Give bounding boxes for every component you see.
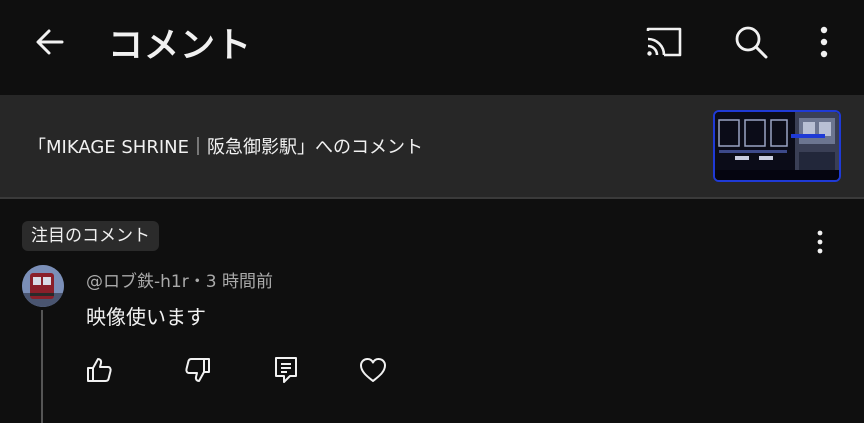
- cast-icon: [646, 27, 682, 57]
- dislike-button[interactable]: [178, 350, 218, 390]
- reply-button[interactable]: [266, 350, 306, 390]
- more-options-button[interactable]: [800, 18, 848, 66]
- meta-separator: ・: [188, 272, 206, 292]
- like-button[interactable]: [79, 350, 119, 390]
- cast-button[interactable]: [640, 18, 688, 66]
- thread-line: [41, 310, 43, 423]
- video-context-text: 「MIKAGE SHRINE｜阪急御影駅」へのコメント: [28, 137, 423, 158]
- reply-comment-icon: [275, 357, 297, 383]
- avatar-image: [22, 265, 64, 307]
- comment-time: 3 時間前: [205, 272, 273, 292]
- heart-button[interactable]: [353, 350, 393, 390]
- page-title: コメント: [108, 26, 253, 66]
- video-context-strip[interactable]: 「MIKAGE SHRINE｜阪急御影駅」へのコメント: [0, 95, 864, 197]
- comments-screen: コメント 「MIKAGE SHRINE｜阪急御影駅」へのコメント 注目のコメント…: [0, 0, 864, 423]
- comment-author[interactable]: @ロブ鉄-h1r: [86, 272, 189, 292]
- back-button[interactable]: [26, 18, 74, 66]
- thumb-up-icon: [87, 358, 112, 382]
- featured-comment-chip: 注目のコメント: [22, 221, 159, 251]
- search-button[interactable]: [727, 18, 775, 66]
- top-app-bar: コメント: [0, 0, 864, 90]
- search-icon: [735, 26, 768, 59]
- video-thumbnail-image: [715, 112, 839, 180]
- comment-meta: @ロブ鉄-h1r・3 時間前: [86, 267, 273, 292]
- arrow-left-icon: [36, 29, 64, 55]
- more-vert-icon: [817, 230, 823, 254]
- avatar[interactable]: [22, 265, 64, 307]
- comment-more-button[interactable]: [800, 220, 840, 264]
- section-divider: [0, 197, 864, 199]
- thumb-down-icon: [185, 358, 210, 382]
- comment-text: 映像使います: [86, 305, 206, 329]
- heart-icon: [360, 358, 386, 382]
- more-vert-icon: [820, 26, 828, 58]
- video-thumbnail[interactable]: [713, 110, 841, 182]
